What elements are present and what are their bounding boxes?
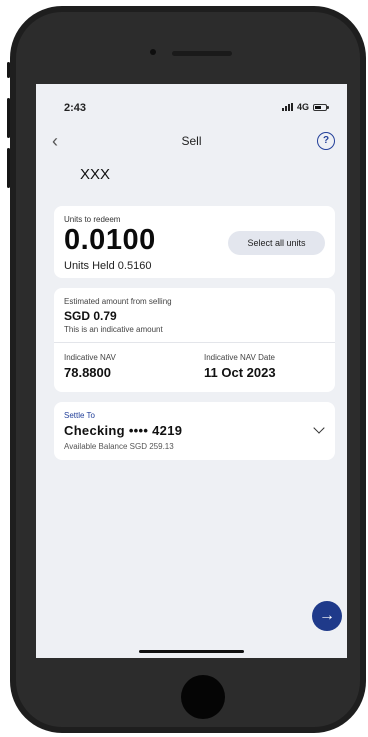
fund-name: XXX bbox=[80, 166, 111, 183]
home-button[interactable] bbox=[181, 675, 225, 719]
front-camera bbox=[150, 49, 156, 55]
settle-account: Checking •••• 4219 bbox=[64, 423, 183, 438]
settle-to-dropdown[interactable]: Settle To Checking •••• 4219 Available B… bbox=[54, 402, 335, 460]
chevron-down-icon bbox=[313, 422, 325, 434]
page-title: Sell bbox=[181, 134, 202, 148]
status-indicators: 4G bbox=[281, 102, 329, 112]
units-label: Units to redeem bbox=[64, 215, 121, 224]
settle-label: Settle To bbox=[64, 411, 95, 420]
status-time: 2:43 bbox=[64, 102, 87, 114]
estimate-amount: SGD 0.79 bbox=[64, 309, 117, 323]
battery-icon bbox=[313, 103, 329, 111]
nav-label: Indicative NAV bbox=[64, 353, 116, 362]
mute-switch bbox=[7, 62, 10, 78]
app-screen: 2:43 4G ‹ Sell ? XXX Units to redeem 0.0… bbox=[36, 84, 347, 658]
earpiece-speaker bbox=[172, 51, 232, 56]
units-input[interactable]: 0.0100 bbox=[64, 224, 156, 257]
arrow-right-icon: → bbox=[319, 607, 335, 624]
status-bar: 2:43 4G bbox=[36, 84, 347, 124]
volume-down-button bbox=[7, 148, 10, 188]
select-all-units-button[interactable]: Select all units bbox=[228, 231, 325, 255]
estimate-label: Estimated amount from selling bbox=[64, 297, 172, 306]
home-indicator bbox=[139, 650, 244, 653]
divider bbox=[54, 342, 335, 343]
signal-icon bbox=[281, 103, 293, 111]
volume-up-button bbox=[7, 98, 10, 138]
estimate-card: Estimated amount from selling SGD 0.79 T… bbox=[54, 288, 335, 392]
units-card: Units to redeem 0.0100 Units Held 0.5160… bbox=[54, 206, 335, 278]
available-balance: Available Balance SGD 259.13 bbox=[64, 442, 174, 451]
units-held: Units Held 0.5160 bbox=[64, 260, 152, 272]
nav-date-value: 11 Oct 2023 bbox=[204, 365, 276, 380]
nav-bar: ‹ Sell ? bbox=[36, 130, 347, 154]
question-circle-icon[interactable]: ? bbox=[317, 132, 335, 150]
nav-value: 78.8800 bbox=[64, 365, 111, 380]
next-button[interactable]: → bbox=[312, 601, 342, 631]
network-label: 4G bbox=[296, 102, 309, 112]
estimate-note: This is an indicative amount bbox=[64, 325, 163, 334]
nav-date-label: Indicative NAV Date bbox=[204, 353, 275, 362]
